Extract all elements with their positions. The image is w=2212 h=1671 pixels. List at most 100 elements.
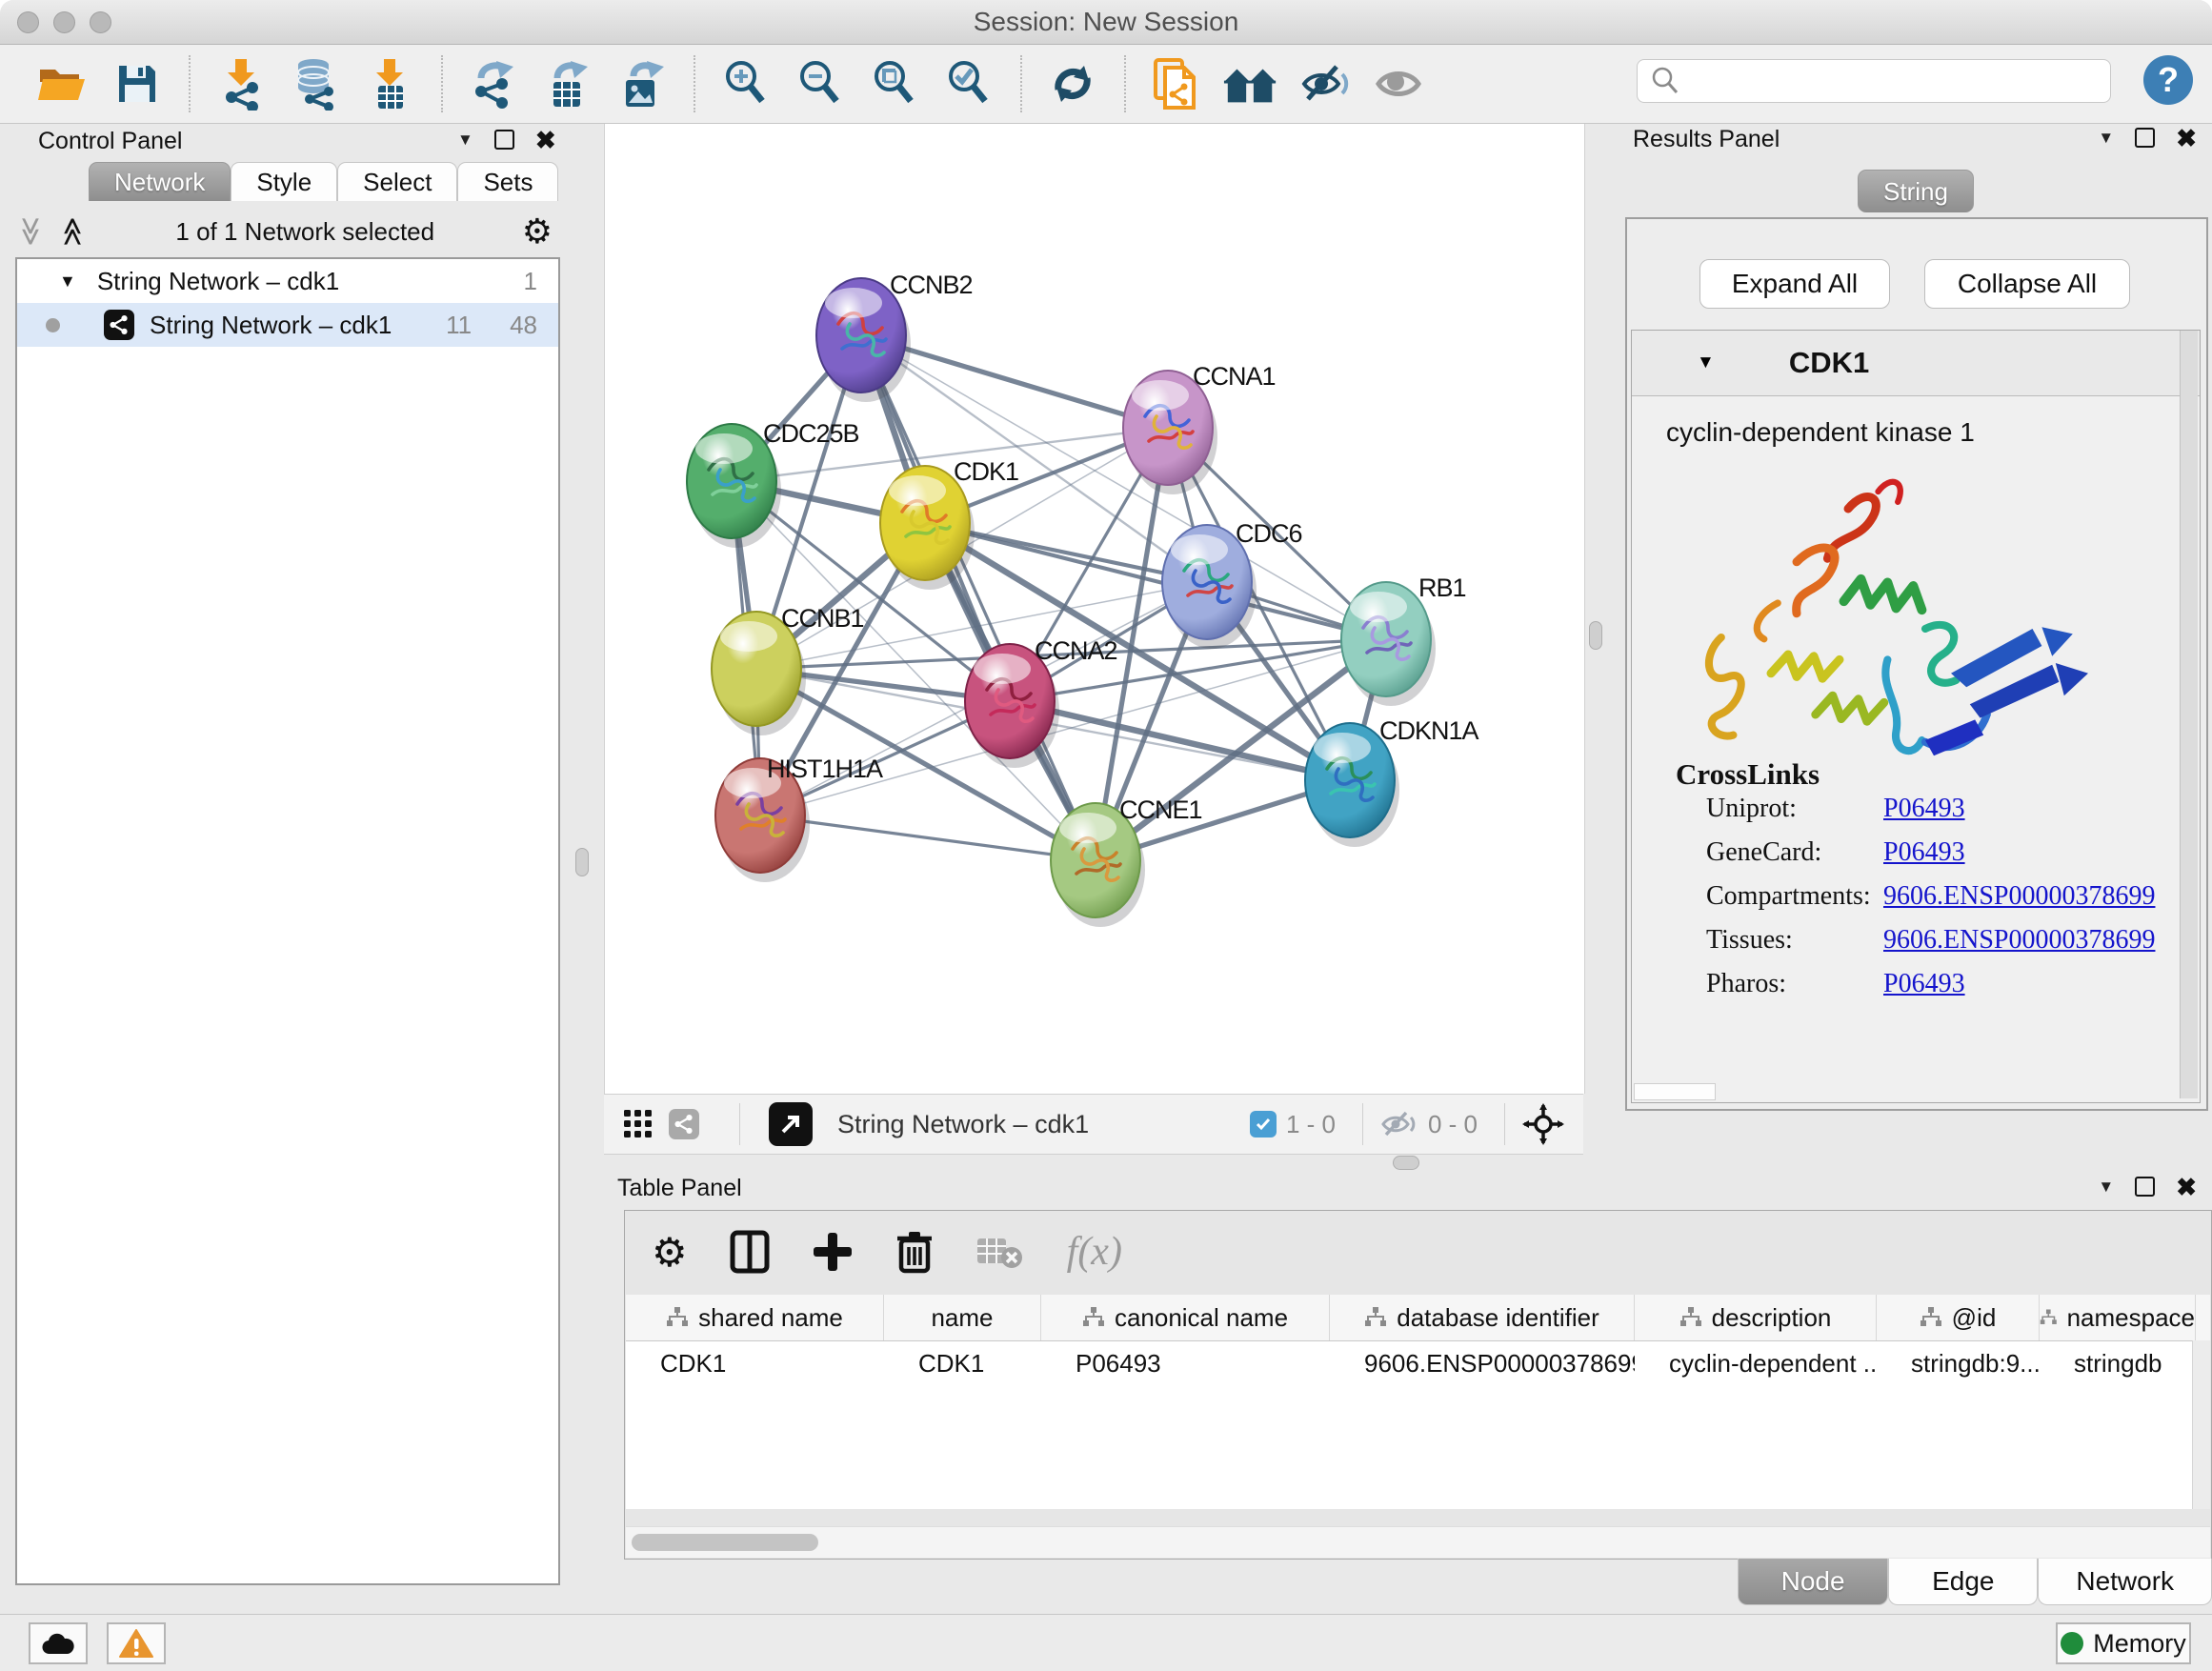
toolbar-separator bbox=[1020, 55, 1023, 112]
table-cell[interactable]: 9606.ENSP00000378699 bbox=[1330, 1341, 1635, 1385]
crosslink-value-link[interactable]: P06493 bbox=[1883, 837, 1965, 868]
table-horizontal-scrollbar[interactable] bbox=[626, 1526, 2210, 1558]
float-panel-icon[interactable] bbox=[2135, 1177, 2155, 1197]
import-table-icon[interactable] bbox=[361, 55, 418, 112]
node-CDKN1A[interactable]: CDKN1A bbox=[1305, 716, 1479, 847]
table-options-gear-icon[interactable]: ⚙ bbox=[652, 1229, 688, 1276]
node-CDC25B[interactable]: CDC25B bbox=[687, 419, 859, 548]
detach-view-button[interactable] bbox=[769, 1102, 813, 1146]
table-cell[interactable]: stringdb bbox=[2040, 1341, 2196, 1385]
tab-string[interactable]: String bbox=[1858, 170, 1974, 212]
results-horizontal-scrollbar[interactable] bbox=[1634, 1083, 1716, 1100]
column-header-canonical-name[interactable]: canonical name bbox=[1041, 1295, 1330, 1340]
float-panel-icon[interactable] bbox=[2135, 128, 2155, 148]
show-columns-icon[interactable] bbox=[730, 1230, 770, 1274]
network-list-view-icon[interactable] bbox=[663, 1096, 705, 1153]
export-table-icon[interactable] bbox=[539, 55, 596, 112]
column-header--id[interactable]: @id bbox=[1877, 1295, 2040, 1340]
table-cell[interactable]: cyclin-dependent ... bbox=[1635, 1341, 1877, 1385]
export-image-icon[interactable] bbox=[613, 55, 671, 112]
help-button[interactable]: ? bbox=[2143, 55, 2193, 105]
node-CCNB2[interactable]: CCNB2 bbox=[816, 271, 973, 402]
column-header-shared-name[interactable]: shared name bbox=[626, 1295, 884, 1340]
node-result-entry: ▼ CDK1 cyclin-dependent kinase 1 bbox=[1631, 330, 2201, 1103]
import-network-icon[interactable] bbox=[212, 55, 270, 112]
node-CCNE1[interactable]: CCNE1 bbox=[1051, 795, 1202, 927]
close-panel-icon[interactable]: ✖ bbox=[2176, 1178, 2197, 1197]
table-cell[interactable]: CDK1 bbox=[626, 1341, 884, 1385]
network-label: String Network – cdk1 bbox=[150, 311, 446, 340]
memory-button[interactable]: Memory bbox=[2056, 1622, 2191, 1664]
zoom-selected-icon[interactable] bbox=[940, 55, 997, 112]
node-CCNA1[interactable]: CCNA1 bbox=[1123, 362, 1276, 494]
tab-network-table[interactable]: Network Table bbox=[2038, 1559, 2212, 1605]
tab-node-table[interactable]: Node Table bbox=[1738, 1559, 1888, 1605]
selected-checkbox-icon[interactable] bbox=[1250, 1111, 1277, 1137]
node-label: CCNB2 bbox=[890, 271, 973, 299]
import-database-icon[interactable] bbox=[287, 55, 344, 112]
crosslink-value-link[interactable]: P06493 bbox=[1883, 794, 1965, 824]
table-vertical-scrollbar[interactable] bbox=[2192, 1340, 2210, 1509]
show-all-icon[interactable] bbox=[1371, 55, 1428, 112]
left-splitter-handle[interactable] bbox=[575, 848, 589, 876]
crosslink-value-link[interactable]: 9606.ENSP00000378699 bbox=[1883, 881, 2155, 912]
node-CCNA2[interactable]: CCNA2 bbox=[965, 636, 1117, 768]
table-cell[interactable]: P06493 bbox=[1041, 1341, 1330, 1385]
cloud-status-button[interactable] bbox=[29, 1622, 88, 1664]
network-collection-row[interactable]: ▼ String Network – cdk1 1 bbox=[17, 259, 558, 303]
refresh-icon[interactable] bbox=[1044, 55, 1101, 112]
navigator-crosshair-icon[interactable] bbox=[1522, 1103, 1564, 1145]
tab-select[interactable]: Select bbox=[337, 162, 457, 201]
close-panel-icon[interactable]: ✖ bbox=[535, 131, 556, 150]
tab-style[interactable]: Style bbox=[231, 162, 337, 201]
panel-menu-icon[interactable]: ▼ bbox=[2098, 1178, 2114, 1197]
network-row[interactable]: String Network – cdk1 11 48 bbox=[17, 303, 558, 347]
tab-network[interactable]: Network bbox=[89, 162, 231, 201]
network-canvas[interactable]: CCNB2CCNA1CDC25BCDK1CDC6RB1CCNB1CCNA2CDK… bbox=[604, 124, 1585, 1094]
column-header-description[interactable]: description bbox=[1635, 1295, 1877, 1340]
float-panel-icon[interactable] bbox=[494, 130, 514, 150]
right-splitter-handle[interactable] bbox=[1589, 621, 1602, 650]
crosslink-value-link[interactable]: P06493 bbox=[1883, 969, 1965, 999]
close-panel-icon[interactable]: ✖ bbox=[2176, 129, 2197, 148]
collapse-all-icon[interactable]: ≫ bbox=[16, 216, 45, 246]
table-cell[interactable]: stringdb:9... bbox=[1877, 1341, 2040, 1385]
zoom-in-icon[interactable] bbox=[717, 55, 774, 112]
zoom-fit-icon[interactable] bbox=[866, 55, 923, 112]
results-vertical-scrollbar[interactable] bbox=[2180, 331, 2198, 1098]
grid-view-icon[interactable] bbox=[617, 1096, 659, 1153]
collapse-all-button[interactable]: Collapse All bbox=[1924, 259, 2130, 309]
copy-style-icon[interactable] bbox=[1148, 55, 1205, 112]
entry-header[interactable]: ▼ CDK1 bbox=[1632, 331, 2200, 396]
scrollbar-thumb[interactable] bbox=[632, 1534, 818, 1551]
column-header-namespace[interactable]: namespace bbox=[2040, 1295, 2196, 1340]
column-header-database-identifier[interactable]: database identifier bbox=[1330, 1295, 1635, 1340]
node-RB1[interactable]: RB1 bbox=[1341, 574, 1466, 706]
column-header-name[interactable]: name bbox=[884, 1295, 1041, 1340]
table-row[interactable]: CDK1CDK1P064939606.ENSP00000378699cyclin… bbox=[626, 1341, 2210, 1385]
warning-status-button[interactable] bbox=[107, 1622, 166, 1664]
hide-unselected-icon[interactable] bbox=[1297, 55, 1354, 112]
node-CDC6[interactable]: CDC6 bbox=[1162, 519, 1302, 649]
export-network-icon[interactable] bbox=[465, 55, 522, 112]
search-input[interactable] bbox=[1689, 66, 2110, 97]
delete-column-trash-icon[interactable] bbox=[895, 1229, 934, 1275]
panel-menu-icon[interactable]: ▼ bbox=[457, 131, 473, 150]
tab-edge-table[interactable]: Edge Table bbox=[1888, 1559, 2038, 1605]
hidden-eye-icon[interactable] bbox=[1380, 1109, 1418, 1139]
expand-all-button[interactable]: Expand All bbox=[1699, 259, 1890, 309]
node-HIST1H1A[interactable]: HIST1H1A bbox=[715, 755, 883, 882]
entry-collapse-icon[interactable]: ▼ bbox=[1697, 352, 1715, 373]
collection-expand-icon[interactable]: ▼ bbox=[59, 272, 76, 292]
expand-all-icon[interactable]: ≫ bbox=[59, 216, 88, 246]
tab-sets[interactable]: Sets bbox=[457, 162, 558, 201]
add-column-icon[interactable] bbox=[812, 1231, 854, 1273]
table-cell[interactable]: CDK1 bbox=[884, 1341, 1041, 1385]
zoom-out-icon[interactable] bbox=[792, 55, 849, 112]
crosslink-value-link[interactable]: 9606.ENSP00000378699 bbox=[1883, 925, 2155, 956]
panel-menu-icon[interactable]: ▼ bbox=[2098, 129, 2114, 148]
network-options-gear-icon[interactable]: ⚙ bbox=[522, 211, 553, 252]
save-session-icon[interactable] bbox=[109, 55, 166, 112]
open-session-icon[interactable] bbox=[34, 55, 91, 112]
string-home-icon[interactable] bbox=[1222, 55, 1279, 112]
